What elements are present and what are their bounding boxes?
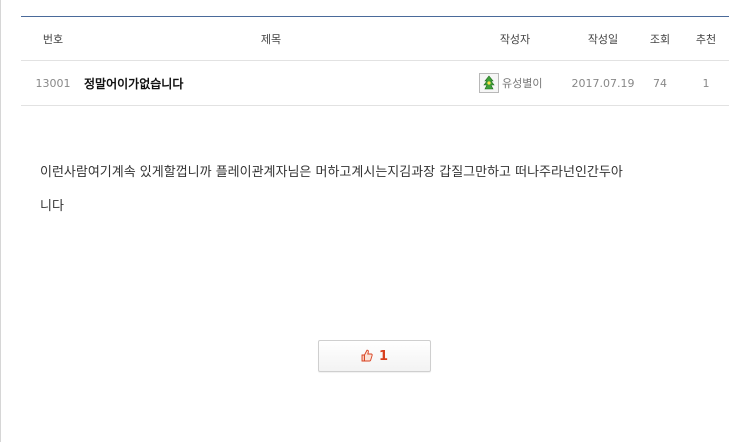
- content-line: 니다: [40, 199, 64, 214]
- post-row: 13001 정말어이가없습니다 유성별이 2017.07.19 74 1: [21, 61, 729, 106]
- recommend-count: 1: [378, 348, 389, 364]
- header-no: 번호: [42, 32, 64, 46]
- author-link[interactable]: 유성별이: [479, 73, 542, 93]
- author-name[interactable]: 유성별이: [502, 75, 542, 91]
- header-author: 작성자: [499, 32, 531, 46]
- post-views: 74: [653, 76, 667, 90]
- header-views: 조회: [649, 32, 671, 46]
- thumbs-up-icon: [361, 347, 373, 366]
- post-title: 정말어이가없습니다: [84, 76, 184, 91]
- header-date: 작성일: [587, 32, 619, 46]
- recommend-button[interactable]: 1: [318, 340, 431, 372]
- post-date: 2017.07.19: [571, 76, 635, 90]
- post-number: 13001: [35, 76, 71, 90]
- page-frame: 번호 제목 작성자 작성일 조회 추천 13001 정말어이가없습니다 유성별이: [0, 0, 732, 442]
- header-recommend: 추천: [695, 32, 717, 46]
- header-title: 제목: [260, 32, 282, 46]
- content-line: 이런사람여기계속 있게할껍니까 플레이관계자님은 머하고계시는지김과장 갑질그만…: [40, 165, 623, 180]
- post-recommend-count: 1: [702, 76, 710, 90]
- board-table: 번호 제목 작성자 작성일 조회 추천 13001 정말어이가없습니다 유성별이: [21, 16, 729, 106]
- level-badge-icon: [479, 73, 499, 93]
- post-author[interactable]: 유성별이: [479, 61, 551, 105]
- table-header: 번호 제목 작성자 작성일 조회 추천: [21, 16, 729, 61]
- post-content: 이런사람여기계속 있게할껍니까 플레이관계자님은 머하고계시는지김과장 갑질그만…: [40, 156, 710, 224]
